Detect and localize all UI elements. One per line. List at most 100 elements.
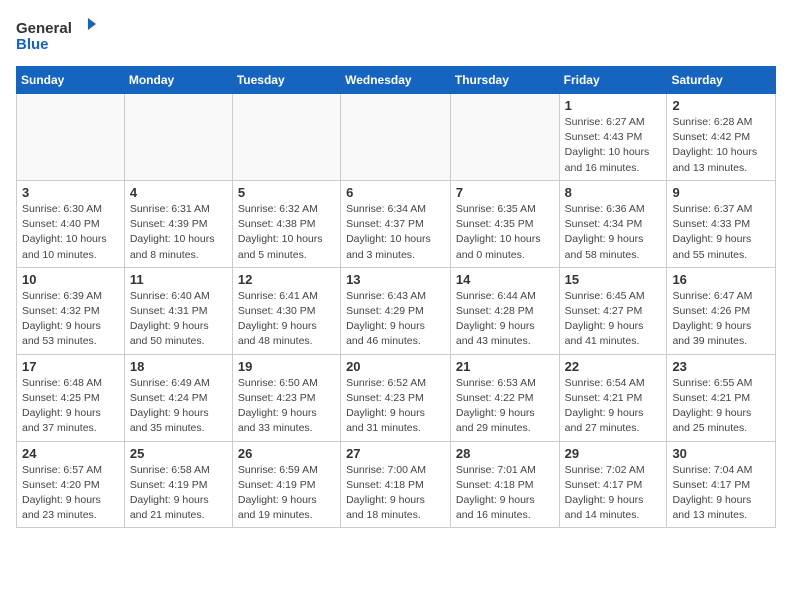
day-info: Sunrise: 6:55 AM Sunset: 4:21 PM Dayligh… <box>672 376 770 437</box>
day-number: 8 <box>565 185 662 200</box>
day-info: Sunrise: 7:00 AM Sunset: 4:18 PM Dayligh… <box>346 463 445 524</box>
day-number: 29 <box>565 446 662 461</box>
day-info: Sunrise: 6:36 AM Sunset: 4:34 PM Dayligh… <box>565 202 662 263</box>
day-number: 28 <box>456 446 554 461</box>
day-number: 4 <box>130 185 227 200</box>
calendar-cell: 14 Sunrise: 6:44 AM Sunset: 4:28 PM Dayli… <box>450 267 559 354</box>
calendar-cell: 20Sunrise: 6:52 AM Sunset: 4:23 PM Dayli… <box>341 354 451 441</box>
calendar-cell: 24 Sunrise: 6:57 AM Sunset: 4:20 PM Dayli… <box>17 441 125 528</box>
day-info: Sunrise: 6:45 AM Sunset: 4:27 PM Dayligh… <box>565 289 662 350</box>
day-number: 3 <box>22 185 119 200</box>
day-number: 12 <box>238 272 335 287</box>
calendar-cell: 6 Sunrise: 6:34 AM Sunset: 4:37 PM Daylig… <box>341 180 451 267</box>
weekday-header-thursday: Thursday <box>450 67 559 94</box>
day-info: Sunrise: 6:57 AM Sunset: 4:20 PM Dayligh… <box>22 463 119 524</box>
day-number: 11 <box>130 272 227 287</box>
calendar-cell: 2 Sunrise: 6:28 AM Sunset: 4:42 PM Daylig… <box>667 94 776 181</box>
week-row-1: 1 Sunrise: 6:27 AM Sunset: 4:43 PM Daylig… <box>17 94 776 181</box>
weekday-header-saturday: Saturday <box>667 67 776 94</box>
day-number: 22 <box>565 359 662 374</box>
day-number: 25 <box>130 446 227 461</box>
weekday-header-friday: Friday <box>559 67 667 94</box>
day-number: 1 <box>565 98 662 113</box>
calendar-cell: 23 Sunrise: 6:55 AM Sunset: 4:21 PM Dayli… <box>667 354 776 441</box>
day-number: 20 <box>346 359 445 374</box>
day-info: Sunrise: 6:58 AM Sunset: 4:19 PM Dayligh… <box>130 463 227 524</box>
calendar-cell: 15 Sunrise: 6:45 AM Sunset: 4:27 PM Dayli… <box>559 267 667 354</box>
day-info: Sunrise: 6:47 AM Sunset: 4:26 PM Dayligh… <box>672 289 770 350</box>
calendar-cell: 12Sunrise: 6:41 AM Sunset: 4:30 PM Dayli… <box>232 267 340 354</box>
week-row-5: 24 Sunrise: 6:57 AM Sunset: 4:20 PM Dayli… <box>17 441 776 528</box>
day-number: 7 <box>456 185 554 200</box>
day-number: 23 <box>672 359 770 374</box>
calendar-cell: 26Sunrise: 6:59 AM Sunset: 4:19 PM Dayli… <box>232 441 340 528</box>
svg-text:Blue: Blue <box>16 36 49 53</box>
calendar-cell: 28 Sunrise: 7:01 AM Sunset: 4:18 PM Dayli… <box>450 441 559 528</box>
weekday-header-row: SundayMondayTuesdayWednesdayThursdayFrid… <box>17 67 776 94</box>
week-row-4: 17 Sunrise: 6:48 AM Sunset: 4:25 PM Dayli… <box>17 354 776 441</box>
day-number: 9 <box>672 185 770 200</box>
calendar-cell: 18 Sunrise: 6:49 AM Sunset: 4:24 PM Dayli… <box>124 354 232 441</box>
day-number: 15 <box>565 272 662 287</box>
calendar-table: SundayMondayTuesdayWednesdayThursdayFrid… <box>16 66 776 528</box>
day-info: Sunrise: 6:37 AM Sunset: 4:33 PM Dayligh… <box>672 202 770 263</box>
calendar-cell <box>341 94 451 181</box>
day-number: 5 <box>238 185 335 200</box>
calendar-cell: 19 Sunrise: 6:50 AM Sunset: 4:23 PM Dayli… <box>232 354 340 441</box>
header: GeneralBlue <box>16 16 776 54</box>
day-info: Sunrise: 6:34 AM Sunset: 4:37 PM Dayligh… <box>346 202 445 263</box>
day-info: Sunrise: 6:28 AM Sunset: 4:42 PM Dayligh… <box>672 115 770 176</box>
logo: GeneralBlue <box>16 16 96 54</box>
calendar-cell: 30 Sunrise: 7:04 AM Sunset: 4:17 PM Dayli… <box>667 441 776 528</box>
day-info: Sunrise: 6:44 AM Sunset: 4:28 PM Dayligh… <box>456 289 554 350</box>
day-number: 17 <box>22 359 119 374</box>
weekday-header-wednesday: Wednesday <box>341 67 451 94</box>
weekday-header-sunday: Sunday <box>17 67 125 94</box>
calendar-cell: 1 Sunrise: 6:27 AM Sunset: 4:43 PM Daylig… <box>559 94 667 181</box>
calendar-cell <box>450 94 559 181</box>
day-info: Sunrise: 6:53 AM Sunset: 4:22 PM Dayligh… <box>456 376 554 437</box>
day-info: Sunrise: 6:31 AM Sunset: 4:39 PM Dayligh… <box>130 202 227 263</box>
week-row-2: 3 Sunrise: 6:30 AM Sunset: 4:40 PM Daylig… <box>17 180 776 267</box>
day-info: Sunrise: 6:32 AM Sunset: 4:38 PM Dayligh… <box>238 202 335 263</box>
calendar-cell: 3 Sunrise: 6:30 AM Sunset: 4:40 PM Daylig… <box>17 180 125 267</box>
calendar-cell: 29 Sunrise: 7:02 AM Sunset: 4:17 PM Dayli… <box>559 441 667 528</box>
day-info: Sunrise: 6:27 AM Sunset: 4:43 PM Dayligh… <box>565 115 662 176</box>
day-number: 30 <box>672 446 770 461</box>
day-info: Sunrise: 7:04 AM Sunset: 4:17 PM Dayligh… <box>672 463 770 524</box>
day-info: Sunrise: 6:30 AM Sunset: 4:40 PM Dayligh… <box>22 202 119 263</box>
weekday-header-tuesday: Tuesday <box>232 67 340 94</box>
calendar-cell: 22 Sunrise: 6:54 AM Sunset: 4:21 PM Dayli… <box>559 354 667 441</box>
day-info: Sunrise: 6:50 AM Sunset: 4:23 PM Dayligh… <box>238 376 335 437</box>
day-number: 2 <box>672 98 770 113</box>
day-info: Sunrise: 6:43 AM Sunset: 4:29 PM Dayligh… <box>346 289 445 350</box>
calendar-cell: 4 Sunrise: 6:31 AM Sunset: 4:39 PM Daylig… <box>124 180 232 267</box>
calendar-cell <box>232 94 340 181</box>
svg-text:General: General <box>16 20 72 37</box>
calendar-cell: 8 Sunrise: 6:36 AM Sunset: 4:34 PM Daylig… <box>559 180 667 267</box>
calendar-cell: 9 Sunrise: 6:37 AM Sunset: 4:33 PM Daylig… <box>667 180 776 267</box>
calendar-cell: 13Sunrise: 6:43 AM Sunset: 4:29 PM Dayli… <box>341 267 451 354</box>
day-number: 24 <box>22 446 119 461</box>
weekday-header-monday: Monday <box>124 67 232 94</box>
calendar-cell: 27 Sunrise: 7:00 AM Sunset: 4:18 PM Dayli… <box>341 441 451 528</box>
day-number: 19 <box>238 359 335 374</box>
calendar-cell: 11Sunrise: 6:40 AM Sunset: 4:31 PM Dayli… <box>124 267 232 354</box>
day-number: 26 <box>238 446 335 461</box>
day-info: Sunrise: 6:54 AM Sunset: 4:21 PM Dayligh… <box>565 376 662 437</box>
calendar-cell: 17 Sunrise: 6:48 AM Sunset: 4:25 PM Dayli… <box>17 354 125 441</box>
day-number: 10 <box>22 272 119 287</box>
day-info: Sunrise: 6:48 AM Sunset: 4:25 PM Dayligh… <box>22 376 119 437</box>
calendar-cell <box>124 94 232 181</box>
day-number: 27 <box>346 446 445 461</box>
calendar-cell: 10Sunrise: 6:39 AM Sunset: 4:32 PM Dayli… <box>17 267 125 354</box>
day-number: 18 <box>130 359 227 374</box>
calendar-cell: 7Sunrise: 6:35 AM Sunset: 4:35 PM Daylig… <box>450 180 559 267</box>
day-info: Sunrise: 7:01 AM Sunset: 4:18 PM Dayligh… <box>456 463 554 524</box>
calendar-cell: 5 Sunrise: 6:32 AM Sunset: 4:38 PM Daylig… <box>232 180 340 267</box>
day-number: 6 <box>346 185 445 200</box>
calendar-cell <box>17 94 125 181</box>
day-info: Sunrise: 7:02 AM Sunset: 4:17 PM Dayligh… <box>565 463 662 524</box>
day-info: Sunrise: 6:49 AM Sunset: 4:24 PM Dayligh… <box>130 376 227 437</box>
day-number: 14 <box>456 272 554 287</box>
